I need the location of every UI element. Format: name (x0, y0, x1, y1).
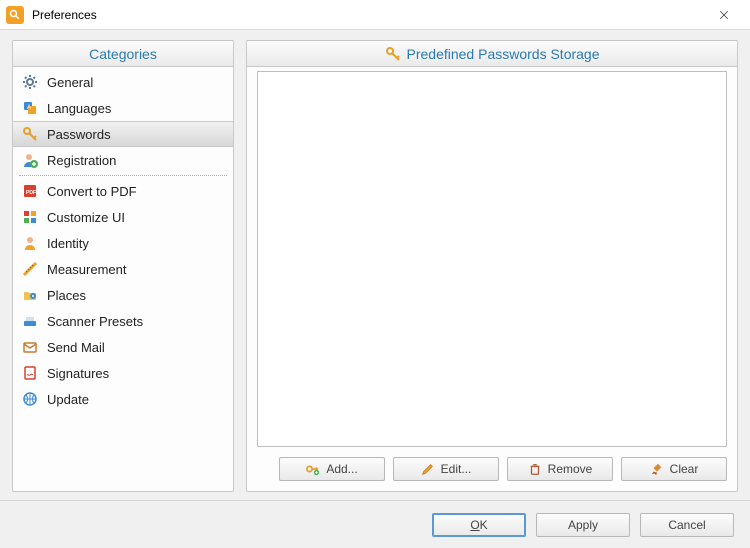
sidebar-item-scanner-presets[interactable]: Scanner Presets (13, 308, 233, 334)
sidebar-item-convert-to-pdf[interactable]: Convert to PDF (13, 178, 233, 204)
sidebar-item-label: Send Mail (47, 340, 105, 355)
sidebar-item-identity[interactable]: Identity (13, 230, 233, 256)
add-button-label: Add... (326, 462, 357, 476)
sidebar-item-registration[interactable]: Registration (13, 147, 233, 173)
sidebar-item-general[interactable]: General (13, 69, 233, 95)
folder-pin-icon (21, 286, 39, 304)
categories-header: Categories (13, 41, 233, 67)
main-header: Predefined Passwords Storage (247, 41, 737, 67)
remove-button[interactable]: Remove (507, 457, 613, 481)
pencil-icon (421, 462, 435, 476)
main-panel: Predefined Passwords Storage List of pre… (246, 40, 738, 492)
sidebar-item-label: Customize UI (47, 210, 125, 225)
sidebar-item-label: Places (47, 288, 86, 303)
category-separator (19, 175, 227, 176)
categories-panel: Categories General Languages Passwords Regi… (12, 40, 234, 492)
sidebar-item-label: Scanner Presets (47, 314, 143, 329)
passwords-listbox[interactable] (257, 71, 727, 447)
remove-button-label: Remove (548, 462, 593, 476)
dialog-body: Categories General Languages Passwords Regi… (0, 30, 750, 500)
sidebar-item-places[interactable]: Places (13, 282, 233, 308)
sidebar-item-passwords[interactable]: Passwords (13, 121, 233, 147)
key-icon (21, 125, 39, 143)
gear-icon (21, 73, 39, 91)
envelope-icon (21, 338, 39, 356)
sidebar-item-label: Signatures (47, 366, 109, 381)
sidebar-item-send-mail[interactable]: Send Mail (13, 334, 233, 360)
ok-button-label: OK (470, 518, 487, 532)
list-buttons-row: Add... Edit... Remove Clear (257, 457, 727, 481)
sidebar-item-measurement[interactable]: Measurement (13, 256, 233, 282)
ok-button[interactable]: OK (432, 513, 526, 537)
title-bar: Preferences (0, 0, 750, 30)
categories-list: General Languages Passwords Registration Con… (13, 67, 233, 491)
edit-button-label: Edit... (441, 462, 472, 476)
cancel-button[interactable]: Cancel (640, 513, 734, 537)
clear-button[interactable]: Clear (621, 457, 727, 481)
apply-button-label: Apply (568, 518, 598, 532)
sidebar-item-label: Convert to PDF (47, 184, 137, 199)
sidebar-item-label: Languages (47, 101, 111, 116)
magnifier-icon (9, 9, 21, 21)
close-icon (718, 9, 730, 21)
window-title: Preferences (32, 8, 704, 22)
person-add-icon (21, 151, 39, 169)
edit-button[interactable]: Edit... (393, 457, 499, 481)
ruler-icon (21, 260, 39, 278)
sidebar-item-update[interactable]: Update (13, 386, 233, 412)
scanner-icon (21, 312, 39, 330)
globe-icon (21, 390, 39, 408)
tiles-icon (21, 208, 39, 226)
sidebar-item-label: Update (47, 392, 89, 407)
key-icon (385, 46, 401, 62)
sidebar-item-languages[interactable]: Languages (13, 95, 233, 121)
sidebar-item-label: Measurement (47, 262, 126, 277)
broom-icon (650, 462, 664, 476)
trash-icon (528, 462, 542, 476)
translate-icon (21, 99, 39, 117)
apply-button[interactable]: Apply (536, 513, 630, 537)
sidebar-item-label: General (47, 75, 93, 90)
categories-title: Categories (89, 46, 157, 62)
sidebar-item-label: Passwords (47, 127, 111, 142)
pdf-icon (21, 182, 39, 200)
key-add-icon (306, 462, 320, 476)
clear-button-label: Clear (670, 462, 699, 476)
add-button[interactable]: Add... (279, 457, 385, 481)
person-icon (21, 234, 39, 252)
close-button[interactable] (704, 1, 744, 29)
sidebar-item-customize-ui[interactable]: Customize UI (13, 204, 233, 230)
cancel-button-label: Cancel (668, 518, 705, 532)
main-title: Predefined Passwords Storage (407, 46, 600, 62)
signature-icon (21, 364, 39, 382)
sidebar-item-label: Identity (47, 236, 89, 251)
app-icon (6, 6, 24, 24)
sidebar-item-signatures[interactable]: Signatures (13, 360, 233, 386)
sidebar-item-label: Registration (47, 153, 116, 168)
dialog-footer: OK Apply Cancel (0, 500, 750, 548)
